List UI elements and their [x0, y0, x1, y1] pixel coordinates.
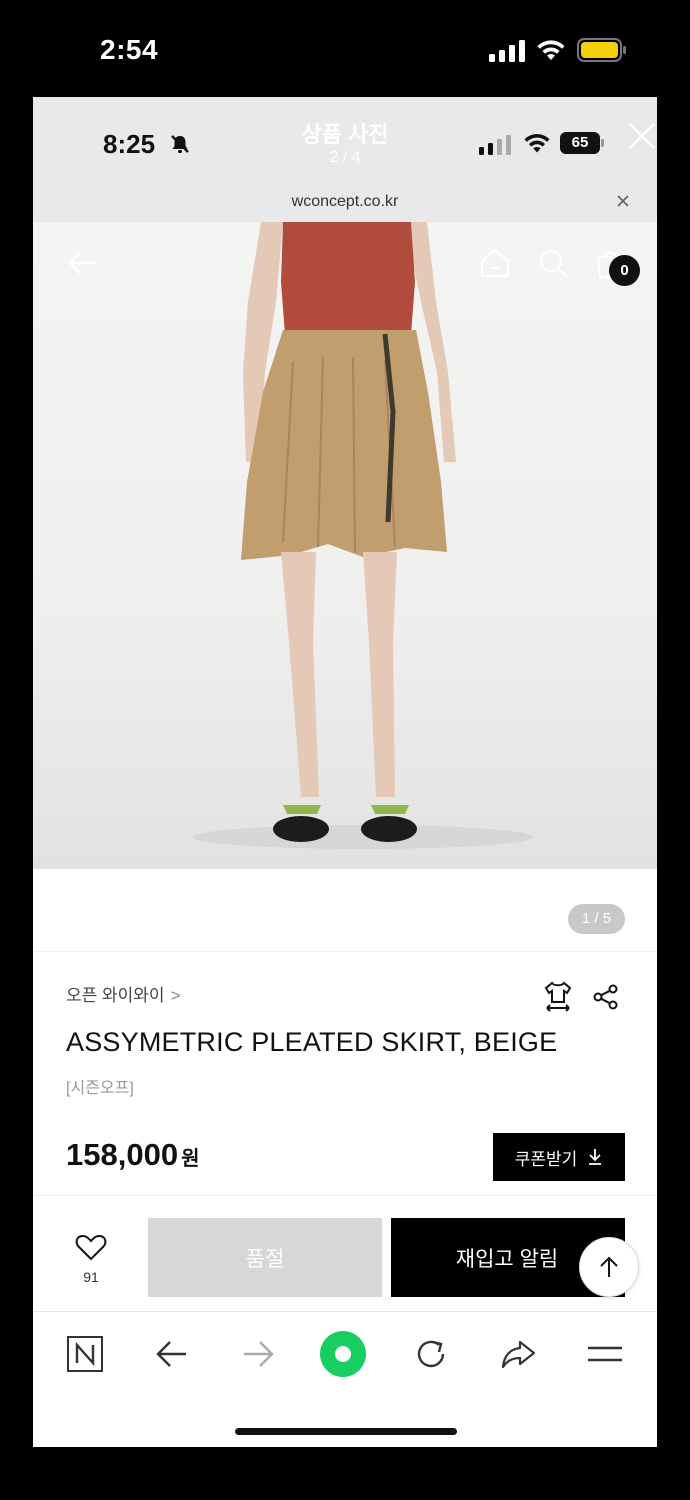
- search-icon[interactable]: [536, 246, 570, 280]
- inner-battery-level: 65: [571, 134, 589, 151]
- battery-icon: [577, 38, 626, 62]
- price: 158,000 원: [66, 1137, 199, 1173]
- size-fit-icon[interactable]: [543, 980, 573, 1012]
- arrow-up-icon: [600, 1256, 618, 1277]
- product-image[interactable]: 0: [33, 222, 657, 869]
- forward-icon[interactable]: [238, 1334, 278, 1374]
- back-icon[interactable]: [152, 1334, 192, 1374]
- gallery-footer: [33, 869, 657, 952]
- url-close-icon[interactable]: [615, 193, 631, 209]
- product-title: ASSYMETRIC PLEATED SKIRT, BEIGE: [66, 1027, 558, 1057]
- product-photo: [193, 222, 533, 849]
- inner-battery-icon: 65: [560, 132, 604, 154]
- outer-status-bar: 2:54: [0, 0, 690, 97]
- share-icon[interactable]: [592, 983, 620, 1011]
- brand-name: 오픈 와이와이: [66, 986, 165, 1005]
- brand-link[interactable]: 오픈 와이와이 >: [66, 981, 181, 1006]
- menu-icon[interactable]: [585, 1334, 625, 1374]
- soldout-label: 품절: [245, 1247, 285, 1271]
- price-unit: 원: [181, 1148, 200, 1170]
- refresh-icon[interactable]: [411, 1334, 451, 1374]
- green-home-icon[interactable]: [319, 1330, 367, 1378]
- inner-wifi-icon: [524, 134, 550, 153]
- cellular-signal-icon: [489, 40, 525, 62]
- inner-cellular-icon: [479, 135, 511, 155]
- outer-time: 2:54: [100, 34, 159, 65]
- home-indicator: [235, 1428, 457, 1435]
- divider: [33, 1195, 657, 1196]
- home-icon[interactable]: [478, 246, 512, 280]
- share-forward-icon[interactable]: [498, 1334, 538, 1374]
- scroll-to-top-button[interactable]: [579, 1237, 639, 1297]
- soldout-button: 품절: [148, 1218, 382, 1297]
- naver-n-icon[interactable]: [65, 1334, 105, 1374]
- heart-icon[interactable]: [75, 1233, 107, 1261]
- coupon-button[interactable]: 쿠폰받기: [493, 1133, 625, 1181]
- close-viewer-icon[interactable]: [627, 121, 657, 151]
- download-icon: [589, 1149, 602, 1165]
- image-page-indicator: 1 / 5: [568, 904, 625, 934]
- inner-screenshot: 8:25 상품 사진 2 / 4 65 wconcept.co.kr 0 1 /…: [33, 97, 657, 1447]
- season-tag: [시즌오프]: [66, 1080, 134, 1097]
- browser-toolbar: [33, 1311, 657, 1447]
- price-value: 158,000: [66, 1137, 179, 1172]
- photo-viewer-header: 8:25 상품 사진 2 / 4 65 wconcept.co.kr: [33, 97, 657, 222]
- wish-count: 91: [83, 1269, 99, 1285]
- back-arrow-icon[interactable]: [65, 248, 99, 278]
- url-text[interactable]: wconcept.co.kr: [33, 193, 657, 211]
- cart-count-badge: 0: [609, 255, 640, 286]
- chevron-right-icon: >: [170, 986, 181, 1005]
- restock-label: 재입고 알림: [455, 1247, 559, 1271]
- coupon-label: 쿠폰받기: [514, 1149, 578, 1169]
- wifi-icon: [537, 40, 565, 60]
